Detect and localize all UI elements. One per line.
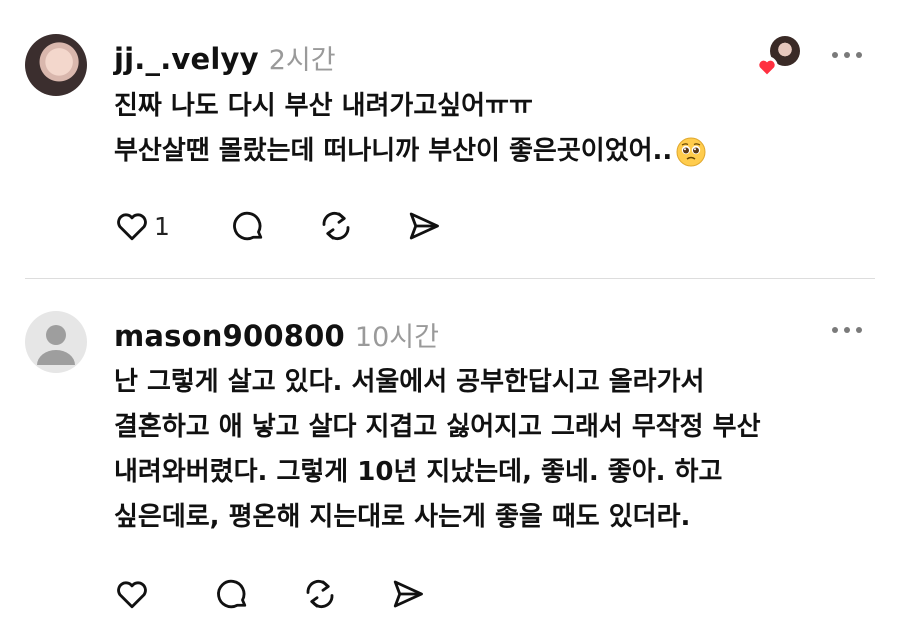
like-button[interactable]: 1 xyxy=(114,208,170,244)
comment-line: 진짜 나도 다시 부산 내려가고싶어ㅠㅠ xyxy=(114,91,533,121)
avatar[interactable] xyxy=(25,34,87,96)
comment-line: 부산살땐 몰랐는데 떠나니까 부산이 좋은곳이었어.. xyxy=(114,136,673,166)
comment-line: 싶은데로, 평온해 지는대로 사는게 좋을 때도 있더라. xyxy=(114,502,691,532)
comment-body: 난 그렇게 살고 있다. 서울에서 공부한답시고 올라가서 결혼하고 애 낳고 … xyxy=(114,360,761,540)
avatar[interactable] xyxy=(25,311,87,373)
share-button[interactable] xyxy=(390,576,426,612)
comment-line: 내려와버렸다. 그렇게 10년 지났는데, 좋네. 좋아. 하고 xyxy=(114,457,723,487)
username[interactable]: jj._.velyy xyxy=(114,42,259,76)
username[interactable]: mason900800 xyxy=(114,319,345,353)
reply-button[interactable] xyxy=(230,208,266,244)
comment-line: 난 그렇게 살고 있다. 서울에서 공부한답시고 올라가서 xyxy=(114,367,705,397)
timestamp: 10시간 xyxy=(354,322,439,353)
more-icon[interactable] xyxy=(832,325,862,335)
share-icon xyxy=(393,580,423,608)
repost-icon xyxy=(306,579,334,609)
comment-icon xyxy=(232,211,263,241)
comment-header: mason900800 10시간 xyxy=(114,315,439,354)
like-count: 1 xyxy=(154,211,170,241)
heart-icon xyxy=(117,213,147,241)
timestamp: 2시간 xyxy=(268,45,336,76)
reply-button[interactable] xyxy=(214,576,250,612)
action-bar: 1 xyxy=(114,208,484,244)
comment-post-2: mason900800 10시간 난 그렇게 살고 있다. 서울에서 공부한답시… xyxy=(0,279,900,638)
like-button[interactable] xyxy=(114,576,154,612)
repost-button[interactable] xyxy=(302,576,338,612)
pleading-face-emoji-icon xyxy=(676,137,706,166)
share-icon xyxy=(409,212,439,240)
more-icon[interactable] xyxy=(832,50,862,60)
comment-icon xyxy=(217,579,247,609)
comment-post-1: jj._.velyy 2시간 진짜 나도 다시 부산 내려가고싶어ㅠㅠ 부산살땐… xyxy=(0,0,900,278)
action-bar xyxy=(114,576,468,612)
author-liked-heart-icon xyxy=(756,56,778,78)
heart-icon xyxy=(117,581,147,609)
share-button[interactable] xyxy=(406,208,442,244)
repost-button[interactable] xyxy=(318,208,354,244)
repost-icon xyxy=(322,211,350,241)
default-avatar-icon xyxy=(37,325,75,365)
comment-body: 진짜 나도 다시 부산 내려가고싶어ㅠㅠ 부산살땐 몰랐는데 떠나니까 부산이 … xyxy=(114,84,706,174)
comment-line: 결혼하고 애 낳고 살다 지겹고 싫어지고 그래서 무작정 부산 xyxy=(114,412,761,442)
comment-header: jj._.velyy 2시간 xyxy=(114,38,336,77)
